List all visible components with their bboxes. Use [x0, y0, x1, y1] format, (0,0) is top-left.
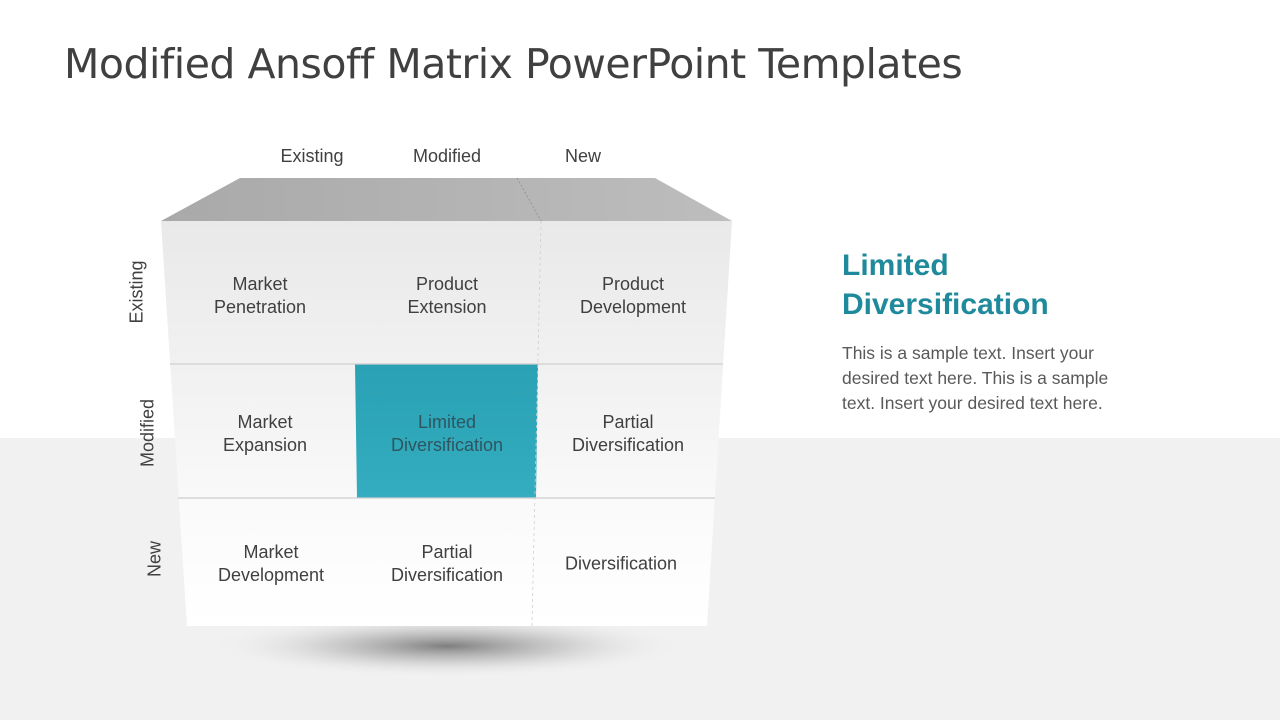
cell-product-extension: Product Extension	[407, 274, 487, 317]
cell-market-development: Market Development	[217, 542, 325, 585]
cube-top-face	[161, 178, 732, 221]
cell-market-penetration: Market Penetration	[213, 274, 307, 317]
cell-partial-diversification-modified: Partial Diversification	[571, 412, 685, 455]
cell-diversification: Diversification	[564, 553, 678, 574]
cell-partial-diversification-new: Partial Diversification	[390, 542, 504, 585]
cell-market-expansion: Market Expansion	[222, 412, 308, 455]
cell-product-development: Product Development	[579, 274, 687, 317]
detail-body: This is a sample text. Insert your desir…	[842, 343, 1109, 413]
cell-limited-diversification: Limited Diversification	[390, 412, 504, 455]
detail-heading: Limited Diversification	[842, 249, 1049, 321]
